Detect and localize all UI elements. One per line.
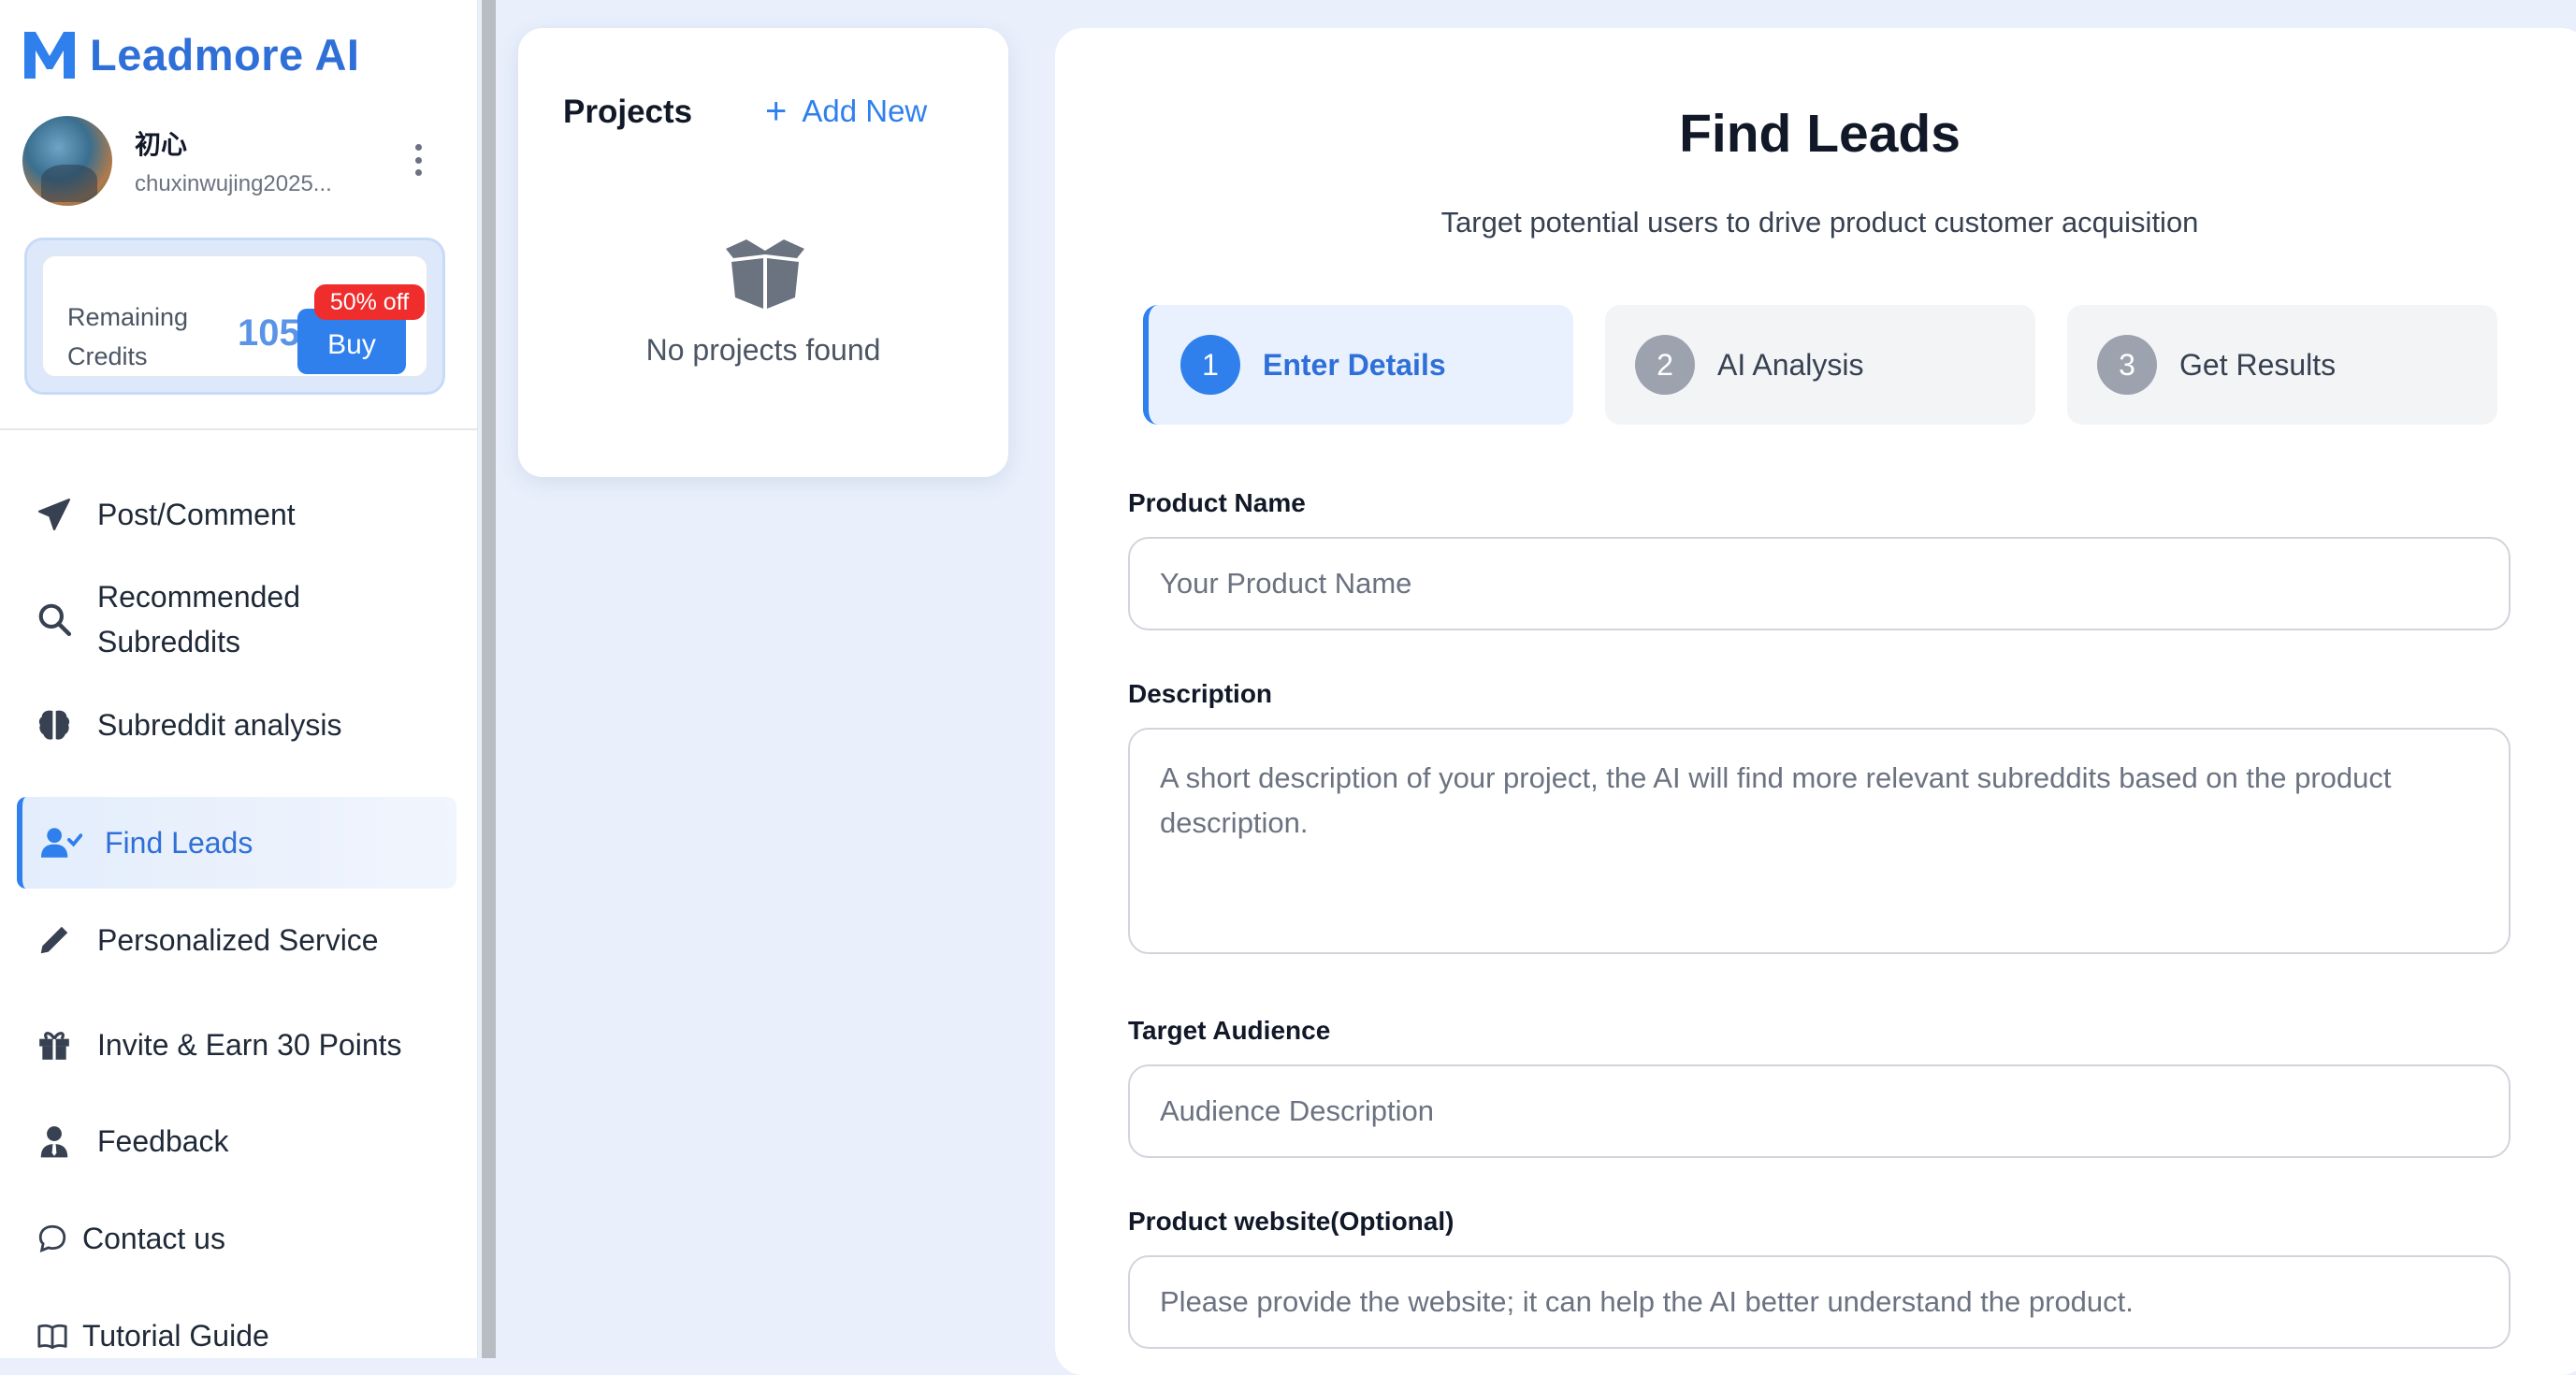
sidebar-item-label: Feedback [97,1123,229,1158]
step-number: 1 [1180,335,1240,395]
search-icon [34,599,75,640]
step-label: Enter Details [1263,347,1446,382]
sidebar-item-label: Personalized Service [97,922,379,957]
step-enter-details[interactable]: 1 Enter Details [1143,305,1573,425]
sidebar-item-label: Recommended Subreddits [97,580,300,659]
target-audience-input[interactable] [1128,1064,2511,1158]
plus-icon: + [765,91,788,132]
brain-icon [34,704,75,745]
projects-panel: Projects + Add New No projects found [518,28,1008,477]
projects-title: Projects [563,94,693,130]
resize-handle[interactable] [482,0,496,1358]
empty-state-text: No projects found [645,333,881,367]
brand-name: Leadmore AI [90,29,360,80]
avatar[interactable] [22,116,112,206]
gift-icon [34,1024,75,1065]
user-email: chuxinwujing2025... [135,171,332,196]
open-box-icon [726,239,804,309]
sidebar-item-label: Contact us [82,1221,225,1255]
page-subtitle: Target potential users to drive product … [1440,206,2199,239]
description-label: Description [1128,679,1273,708]
step-ai-analysis[interactable]: 2 AI Analysis [1605,305,2035,425]
user-tie-icon [34,1121,75,1162]
sidebar-item-subreddit-analysis[interactable]: Subreddit analysis [17,688,456,762]
sidebar-item-label: Subreddit analysis [97,707,342,742]
sidebar-divider [0,428,477,430]
m-logo-icon [24,32,75,79]
product-name-input[interactable] [1128,537,2511,630]
sidebar-item-label: Post/Comment [97,497,296,531]
discount-badge: 50% off [314,284,425,320]
sidebar-item-recommended-subreddits[interactable]: Recommended Subreddits [17,572,456,666]
credits-value: 105 [238,312,300,354]
step-label: Get Results [2179,347,2337,382]
sidebar-item-label: Invite & Earn 30 Points [97,1027,402,1062]
add-new-button[interactable]: + Add New [765,91,928,132]
brand[interactable]: Leadmore AI [22,28,359,80]
step-get-results[interactable]: 3 Get Results [2067,305,2497,425]
find-leads-form: Find Leads Target potential users to dri… [1055,28,2576,1375]
book-icon [36,1315,69,1356]
sidebar-item-label: Find Leads [105,825,253,860]
chat-bubble-icon [36,1218,69,1259]
sidebar-item-tutorial-guide[interactable]: Tutorial Guide [17,1298,456,1373]
target-audience-label: Target Audience [1128,1016,1331,1045]
sidebar-item-contact-us[interactable]: Contact us [17,1201,456,1276]
step-number: 2 [1635,335,1695,395]
user-name: 初心 [135,130,188,159]
step-number: 3 [2097,335,2157,395]
paper-plane-icon [34,494,75,535]
description-textarea[interactable] [1128,728,2511,954]
sidebar-item-invite-earn[interactable]: Invite & Earn 30 Points [17,1007,456,1082]
sidebar-item-label: Tutorial Guide [82,1318,269,1353]
product-name-label: Product Name [1128,488,1306,517]
sidebar-item-post-comment[interactable]: Post/Comment [17,477,456,552]
user-check-icon [41,822,82,863]
sidebar-item-feedback[interactable]: Feedback [17,1104,456,1179]
user-profile: 初心 chuxinwujing2025... [22,116,434,206]
sidebar: Leadmore AI 初心 chuxinwujing2025... Remai… [0,0,478,1358]
credits-label: Remaining Credits [67,303,189,370]
step-label: AI Analysis [1717,347,1864,382]
add-new-label: Add New [802,94,928,128]
sidebar-item-personalized-service[interactable]: Personalized Service [17,903,456,977]
more-options-icon[interactable] [402,144,434,176]
page-title: Find Leads [1679,104,1961,164]
credits-card: Remaining Credits 105 Buy 50% off [24,238,445,395]
website-label: Product website(Optional) [1128,1207,1454,1236]
sidebar-item-find-leads[interactable]: Find Leads [17,797,456,889]
pencil-icon [34,919,75,961]
website-input[interactable] [1128,1255,2511,1349]
